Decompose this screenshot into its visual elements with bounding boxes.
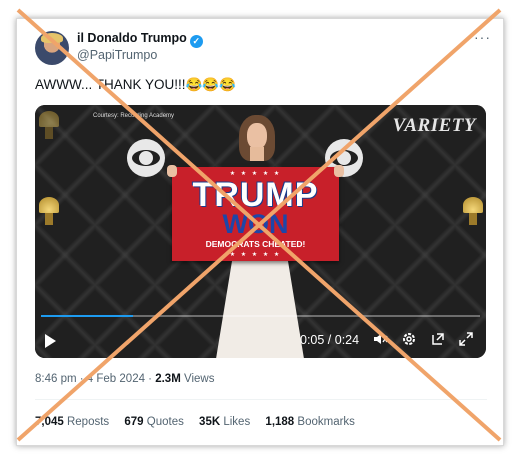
bookmarks-label: Bookmarks [297, 416, 355, 428]
video-controls: 0:05 / 0:24 [35, 322, 486, 358]
video-player[interactable]: Courtesy: Recording Academy VARIETY ★ ★ … [35, 105, 486, 358]
flag-stars-bottom: ★ ★ ★ ★ ★ [229, 252, 282, 258]
video-progress-bar[interactable] [41, 315, 480, 317]
quotes-stat[interactable]: 679 Quotes [124, 416, 183, 428]
person-neck [250, 147, 264, 161]
trump-flag: ★ ★ ★ ★ ★ TRUMP WON DEMOCRATS CHEATED! ★… [172, 167, 339, 261]
fullscreen-icon[interactable] [457, 331, 475, 349]
divider [35, 399, 487, 400]
views-count: 2.3M [155, 373, 181, 385]
flag-line-2: WON [222, 209, 289, 239]
reposts-count: 7,045 [35, 416, 64, 428]
likes-stat[interactable]: 35K Likes [199, 416, 250, 428]
flag-line-3: DEMOCRATS CHEATED! [205, 239, 306, 249]
display-name[interactable]: il Donaldo Trumpo ✓ [77, 31, 203, 48]
settings-icon[interactable] [400, 331, 418, 349]
more-options-icon[interactable]: ··· [474, 29, 491, 45]
quotes-label: Quotes [146, 416, 184, 428]
person-face [247, 123, 267, 149]
engagement-stats: 7,045 Reposts 679 Quotes 35K Likes 1,188… [35, 416, 367, 428]
gramophone-icon [463, 197, 483, 225]
verified-badge-icon: ✓ [189, 35, 203, 48]
tweet-card: il Donaldo Trumpo ✓ @PapiTrumpo ··· AWWW.… [16, 18, 504, 446]
person-hand-right [334, 165, 344, 177]
courtesy-caption: Courtesy: Recording Academy [93, 113, 175, 119]
likes-count: 35K [199, 416, 221, 428]
likes-label: Likes [223, 416, 251, 428]
user-handle[interactable]: @PapiTrumpo [77, 48, 157, 62]
display-name-text[interactable]: il Donaldo Trumpo [77, 31, 187, 45]
cbs-logo-icon [127, 139, 165, 177]
popout-icon[interactable] [429, 331, 447, 349]
video-progress-fill [41, 315, 134, 317]
play-icon[interactable] [45, 334, 56, 348]
quotes-count: 679 [124, 416, 144, 428]
video-time: 0:05 / 0:24 [300, 333, 360, 347]
avatar[interactable] [35, 31, 69, 65]
tweet-time[interactable]: 8:46 pm [35, 373, 77, 385]
tweet-meta: 8:46 pm · 4 Feb 2024 · 2.3M Views [35, 373, 215, 385]
volume-icon[interactable] [371, 331, 389, 349]
tweet-text: AWWW... THANK YOU!!!😂😂😂 [35, 77, 236, 92]
views-label: Views [184, 373, 215, 385]
bookmarks-stat[interactable]: 1,188 Bookmarks [265, 416, 355, 428]
reposts-label: Reposts [66, 416, 110, 428]
variety-watermark: VARIETY [392, 115, 476, 136]
bookmarks-count: 1,188 [265, 416, 295, 428]
gramophone-icon [39, 197, 59, 225]
person-hand-left [167, 165, 177, 177]
grammy-mark-icon [39, 111, 59, 139]
tweet-date[interactable]: 4 Feb 2024 [87, 373, 145, 385]
reposts-stat[interactable]: 7,045 Reposts [35, 416, 109, 428]
